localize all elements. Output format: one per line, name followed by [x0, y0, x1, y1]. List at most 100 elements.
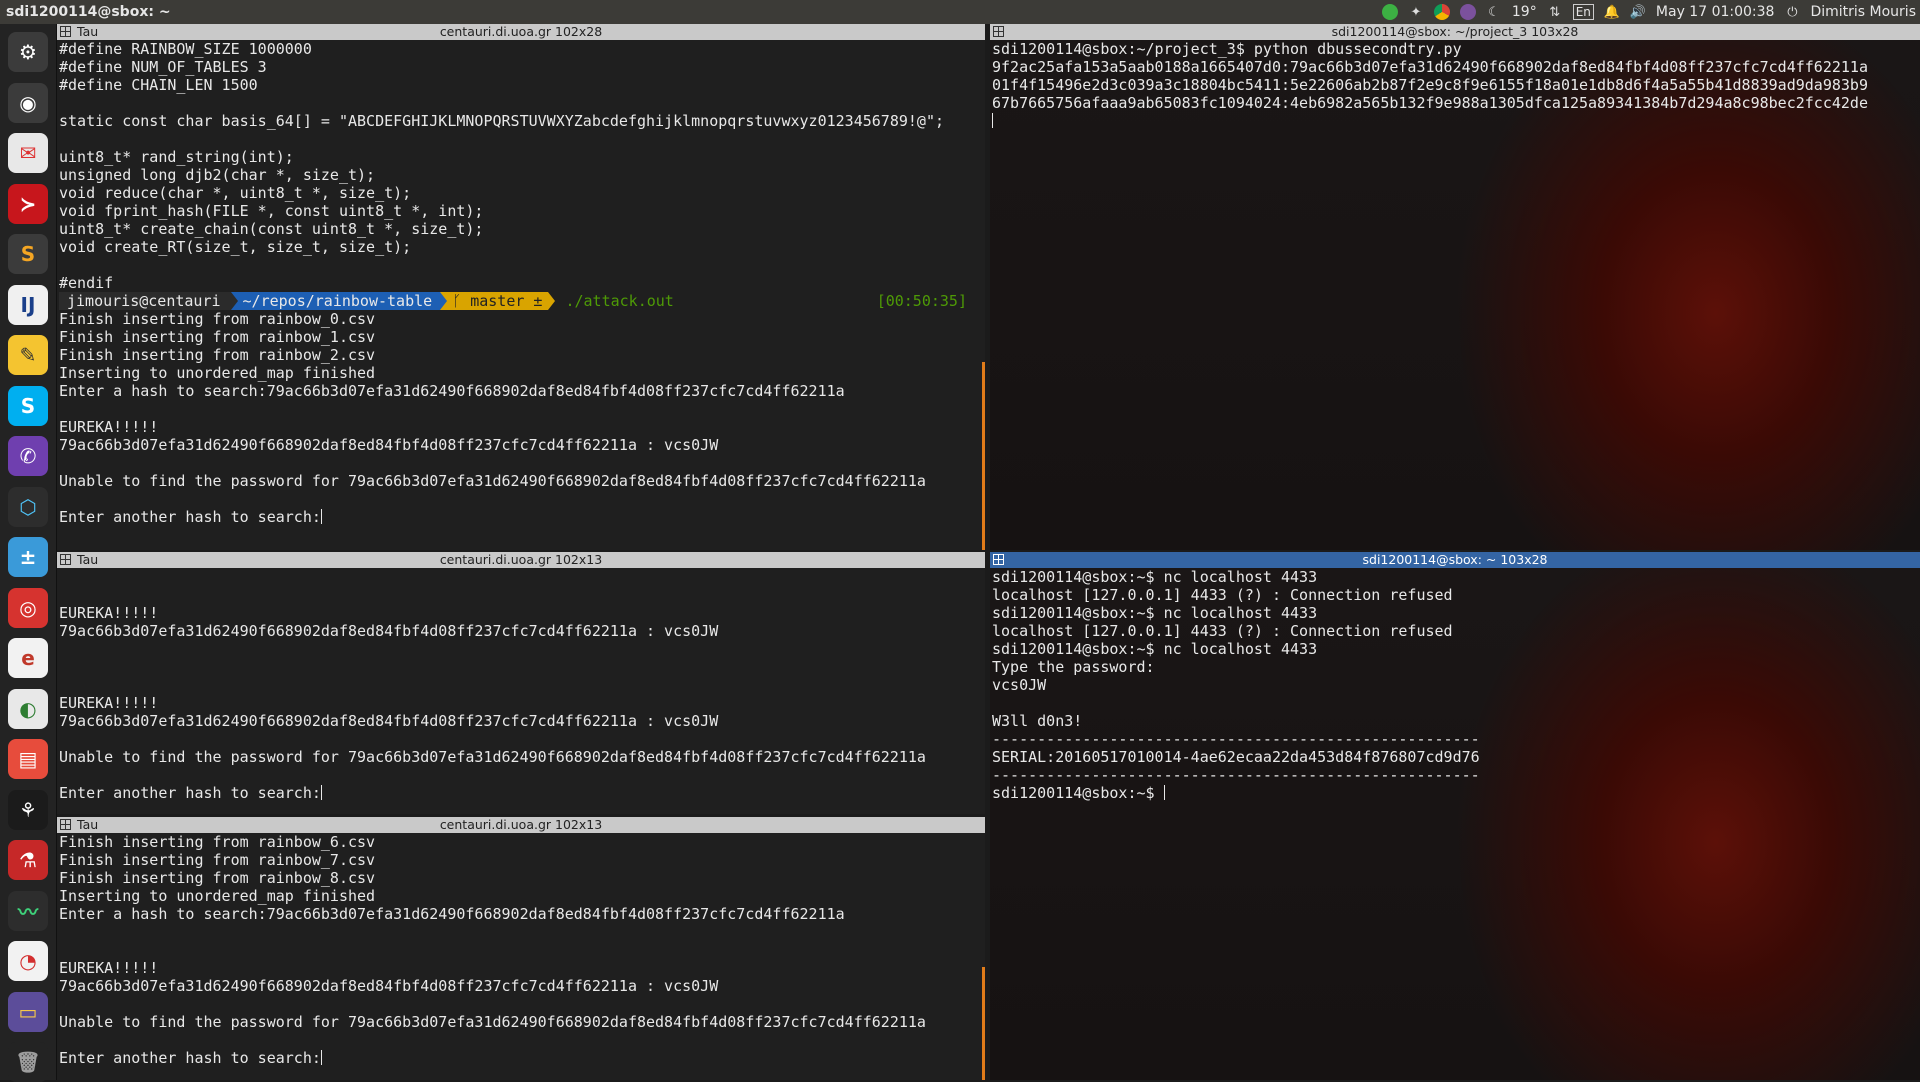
- network-arrows-icon[interactable]: ⇅: [1547, 4, 1563, 20]
- viber-icon[interactable]: ✆: [8, 436, 48, 476]
- user-name[interactable]: Dimitris Mouris: [1810, 4, 1916, 20]
- trash-icon[interactable]: 🗑: [8, 1042, 48, 1082]
- terminal-line: unsigned long djb2(char *, size_t);: [59, 166, 376, 184]
- chrome-tray-icon[interactable]: [1433, 4, 1450, 20]
- text-cursor: [320, 785, 322, 800]
- terminal-line: Unable to find the password for 79ac66b3…: [59, 472, 926, 490]
- terminal-titlebar[interactable]: Tau centauri.di.uoa.gr 102x28: [57, 24, 985, 40]
- terminal-titlebar[interactable]: Tau centauri.di.uoa.gr 102x13: [57, 817, 985, 833]
- terminal-title: centauri.di.uoa.gr 102x13: [439, 552, 603, 567]
- terminal-line: SERIAL:20160517010014-4ae62ecaa22da453d8…: [992, 748, 1480, 766]
- editor-icon[interactable]: e: [8, 638, 48, 678]
- terminal-line: ----------------------------------------…: [992, 766, 1480, 784]
- steam-icon[interactable]: ⚘: [8, 789, 48, 830]
- sublime-icon[interactable]: S: [8, 234, 48, 274]
- terminal-line: void reduce(char *, uint8_t *, size_t);: [59, 184, 412, 202]
- keyboard-layout[interactable]: En: [1572, 4, 1594, 20]
- terminal-titlebar[interactable]: sdi1200114@sbox: ~ 103x28: [990, 552, 1920, 568]
- terminal-output[interactable]: Finish inserting from rainbow_6.csv Finis…: [57, 833, 985, 1080]
- bell-icon[interactable]: 🔔: [1604, 4, 1620, 20]
- mail-glyph: ✉: [19, 141, 37, 165]
- terminal-output[interactable]: sdi1200114@sbox:~$ nc localhost 4433 loca…: [990, 568, 1920, 1080]
- sublime-glyph: S: [20, 242, 36, 266]
- weather-moon-icon[interactable]: ☾: [1486, 4, 1502, 20]
- calculator-glyph: ±: [19, 545, 37, 569]
- system-monitor-icon[interactable]: 〰: [8, 890, 48, 931]
- clock[interactable]: May 17 01:00:38: [1656, 4, 1775, 20]
- terminal-line: Inserting to unordered_map finished: [59, 887, 376, 905]
- terminal-line: Enter another hash to search:: [59, 508, 322, 526]
- terminal-line: Finish inserting from rainbow_8.csv: [59, 869, 376, 887]
- system-monitor-glyph: 〰: [18, 900, 38, 924]
- terminal-line: 79ac66b3d07efa31d62490f668902daf8ed84fbf…: [59, 977, 719, 995]
- terminal-line: Inserting to unordered_map finished: [59, 364, 376, 382]
- network-icon[interactable]: ⬡: [8, 486, 48, 527]
- terminal-title: sdi1200114@sbox: ~ 103x28: [1362, 552, 1548, 567]
- mail-icon[interactable]: ✉: [8, 133, 48, 173]
- terminal-title: sdi1200114@sbox: ~/project_3 103x28: [1331, 24, 1579, 39]
- files-icon[interactable]: ▭: [8, 991, 48, 1032]
- temperature[interactable]: 19°: [1512, 4, 1537, 20]
- terminal-glyph: ≻: [19, 191, 37, 216]
- scrollbar-indicator[interactable]: [982, 362, 985, 550]
- prompt-arrow-icon: [548, 292, 556, 310]
- prompt-git-branch: ᚴ master ±: [440, 292, 549, 310]
- volume-icon[interactable]: 🔊: [1630, 4, 1646, 20]
- terminal-line: Finish inserting from rainbow_7.csv: [59, 851, 376, 869]
- check-icon[interactable]: [1381, 4, 1398, 20]
- terminal-top-right[interactable]: sdi1200114@sbox: ~/project_3 103x28 sdi1…: [990, 24, 1920, 550]
- terminal-icon[interactable]: ≻: [8, 183, 48, 224]
- chrome-icon[interactable]: ◉: [8, 82, 48, 123]
- viber-glyph: ✆: [19, 444, 37, 468]
- terminal-bottom-left[interactable]: Tau centauri.di.uoa.gr 102x13 Finish ins…: [57, 817, 985, 1080]
- steam-glyph: ⚘: [19, 797, 37, 822]
- terminal-line: localhost [127.0.0.1] 4433 (?) : Connect…: [992, 622, 1453, 640]
- terminal-line: #define RAINBOW_SIZE 1000000: [59, 40, 312, 58]
- terminal-line: Enter a hash to search:79ac66b3d07efa31d…: [59, 905, 845, 923]
- terminal-line: uint8_t* rand_string(int);: [59, 148, 294, 166]
- terminal-titlebar[interactable]: Tau centauri.di.uoa.gr 102x13: [57, 552, 985, 568]
- pie-chart-glyph: ◔: [19, 949, 37, 973]
- lab-icon[interactable]: ⚗: [8, 840, 48, 880]
- viber-tray-icon[interactable]: [1459, 4, 1476, 20]
- terminal-top-left[interactable]: Tau centauri.di.uoa.gr 102x28 #define RA…: [57, 24, 985, 550]
- dropbox-icon[interactable]: ✦: [1408, 4, 1424, 20]
- prompt-time: [00:50:35]: [876, 292, 967, 310]
- terminal-middle-left[interactable]: Tau centauri.di.uoa.gr 102x13 EUREKA!!!!…: [57, 552, 985, 814]
- terminal-line: uint8_t* create_chain(const uint8_t *, s…: [59, 220, 484, 238]
- terminal-bottom-right[interactable]: sdi1200114@sbox: ~ 103x28 sdi1200114@sbo…: [990, 552, 1920, 1080]
- pie-chart-icon[interactable]: ◔: [8, 941, 48, 981]
- terminal-line: #endif: [59, 274, 114, 292]
- terminal-line: Finish inserting from rainbow_1.csv: [59, 328, 376, 346]
- terminal-output[interactable]: #define RAINBOW_SIZE 1000000 #define NUM_…: [57, 40, 985, 550]
- settings-toggle-glyph: ◐: [19, 696, 37, 721]
- ubuntu-dash-icon[interactable]: ⚙: [8, 32, 48, 72]
- settings-toggle-icon[interactable]: ◐: [8, 688, 48, 729]
- power-icon[interactable]: ⏻: [1784, 4, 1800, 20]
- terminal-line: sdi1200114@sbox:~$ nc localhost 4433: [992, 604, 1318, 622]
- prompt-command: ./attack.out: [565, 292, 674, 310]
- terminal-line: 79ac66b3d07efa31d62490f668902daf8ed84fbf…: [59, 622, 719, 640]
- chrome-glyph: ◉: [19, 90, 37, 115]
- launcher: ⚙ ◉ ✉ ≻ S IJ ✎ S ✆ ⬡ ± ◎ e ◐ ▤ ⚘ ⚗ 〰 ◔ ▭ 🗑: [0, 24, 57, 1082]
- terminal-titlebar[interactable]: sdi1200114@sbox: ~/project_3 103x28: [990, 24, 1920, 40]
- terminal-line: 67b7665756afaaa9ab65083fc1094024:4eb6982…: [992, 94, 1868, 112]
- terminal-line: EUREKA!!!!!: [59, 959, 159, 977]
- skype-icon[interactable]: S: [8, 385, 48, 426]
- lab-glyph: ⚗: [19, 848, 37, 872]
- terminal-output[interactable]: EUREKA!!!!! 79ac66b3d07efa31d62490f668902…: [57, 568, 985, 814]
- intellij-icon[interactable]: IJ: [8, 284, 48, 325]
- text-cursor: [1163, 785, 1165, 800]
- terminal-output[interactable]: sdi1200114@sbox:~/project_3$ python dbus…: [990, 40, 1920, 550]
- scrollbar-indicator[interactable]: [982, 967, 985, 1080]
- calculator-icon[interactable]: ±: [8, 537, 48, 577]
- terminal-line: void fprint_hash(FILE *, const uint8_t *…: [59, 202, 484, 220]
- presentation-icon[interactable]: ▤: [8, 739, 48, 779]
- recorder-icon[interactable]: ◎: [8, 587, 48, 628]
- terminal-line: Unable to find the password for 79ac66b3…: [59, 1013, 926, 1031]
- lua-icon[interactable]: ✎: [8, 335, 48, 375]
